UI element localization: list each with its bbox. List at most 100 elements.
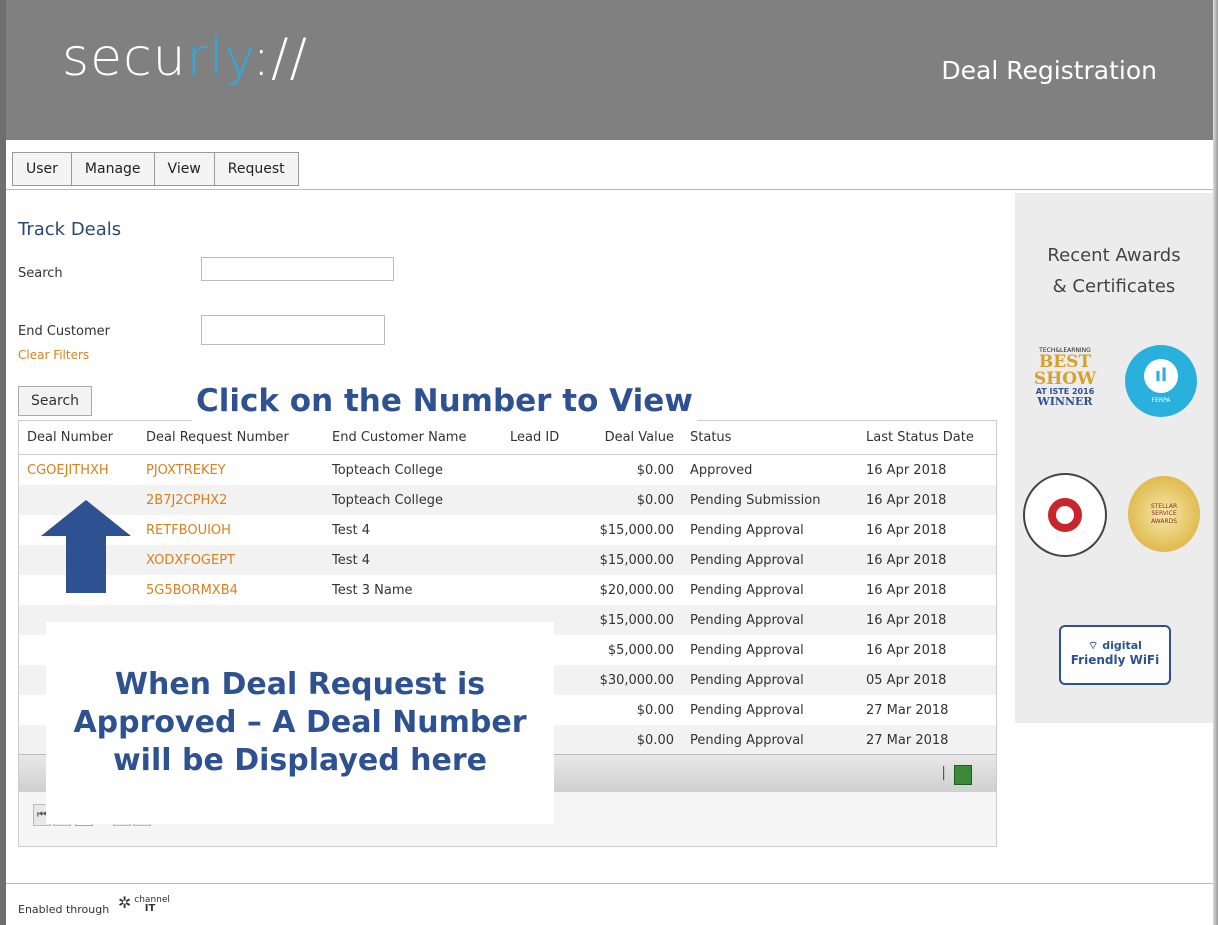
deal-value-cell: $15,000.00 [578, 545, 682, 575]
logo-suffix-text: :// [252, 28, 309, 88]
deal-request-number-cell[interactable]: RETFBOUIOH [138, 515, 324, 545]
iwf-badge: INTERNET WATCH FOUNDATION [1023, 473, 1107, 557]
col-deal-number[interactable]: Deal Number [19, 421, 138, 455]
end-customer-label: End Customer [18, 324, 110, 339]
last-status-date-cell: 16 Apr 2018 [858, 605, 996, 635]
deal-value-cell: $0.00 [578, 485, 682, 515]
divider [6, 189, 1213, 190]
stellar-label: STELLAR SERVICE AWARDS [1150, 503, 1178, 525]
end-customer-cell: Test 4 [332, 522, 371, 538]
deal-value-cell: $20,000.00 [599, 582, 674, 598]
status-cell: Pending Approval [690, 642, 804, 658]
lead-id-cell [502, 545, 578, 575]
last-status-date-cell: 16 Apr 2018 [866, 522, 947, 538]
lead-id-cell [502, 515, 578, 545]
deal-value-cell: $15,000.00 [599, 522, 674, 538]
toolbar-separator: | [941, 765, 946, 781]
status-cell: Pending Submission [682, 485, 858, 515]
last-status-date-cell: 16 Apr 2018 [866, 582, 947, 598]
channel-it-icon: ✲ [118, 893, 132, 912]
last-status-date-cell: 27 Mar 2018 [866, 702, 949, 718]
channel-it-logo: ✲ channel IT [118, 893, 183, 914]
status-cell: Pending Approval [682, 725, 858, 755]
status-cell: Pending Approval [690, 522, 804, 538]
window-edge [1213, 0, 1218, 925]
menu-view[interactable]: View [155, 153, 215, 185]
deal-request-number-cell[interactable]: PJOXTREKEY [138, 455, 324, 486]
deal-value-cell: $5,000.00 [607, 642, 674, 658]
end-customer-cell: Test 3 Name [332, 582, 413, 598]
status-cell: Pending Approval [690, 702, 804, 718]
last-status-date-cell: 16 Apr 2018 [858, 485, 996, 515]
col-end-customer-name[interactable]: End Customer Name [324, 421, 502, 455]
site-header: securly:// Deal Registration [6, 0, 1213, 140]
deal-request-number-cell[interactable]: 2B7J2CPHX2 [138, 485, 324, 515]
it-text: IT [144, 903, 156, 914]
status-cell: Pending Approval [690, 582, 804, 598]
col-deal-request-number[interactable]: Deal Request Number [138, 421, 324, 455]
arrow-shaft [66, 535, 106, 593]
callout-approved: When Deal Request is Approved – A Deal N… [46, 622, 554, 824]
table-row: 5G5BORMXB4 Test 3 Name $20,000.00 Pending A… [19, 575, 996, 605]
status-cell: Pending Approval [682, 665, 858, 695]
excel-export-icon[interactable] [954, 765, 972, 785]
search-button[interactable]: Search [18, 386, 92, 416]
deal-value-cell: $0.00 [578, 725, 682, 755]
deal-value-cell: $15,000.00 [578, 605, 682, 635]
table-row: CGOEJITHXH PJOXTREKEY Topteach College $0.0… [19, 455, 996, 486]
table-row: XODXFOGEPT Test 4 $15,000.00 Pending Approv… [19, 545, 996, 575]
logo-accent-text: rly [186, 28, 253, 88]
col-deal-value[interactable]: Deal Value [578, 421, 682, 455]
table-row: RETFBOUIOH Test 4 $15,000.00 Pending Approv… [19, 515, 996, 545]
last-status-date-cell: 27 Mar 2018 [858, 725, 996, 755]
arrow-up-icon [41, 500, 131, 536]
lead-id-cell [502, 575, 578, 605]
end-customer-cell: Topteach College [324, 485, 502, 515]
deal-request-number-cell[interactable]: 5G5BORMXB4 [138, 575, 324, 605]
col-last-status-date[interactable]: Last Status Date [858, 421, 996, 455]
col-status[interactable]: Status [682, 421, 858, 455]
menu-user[interactable]: User [13, 153, 72, 185]
table-header-row: Deal Number Deal Request Number End Cust… [19, 421, 996, 455]
wifi-digital-text: digital [1102, 639, 1142, 652]
clear-filters-link[interactable]: Clear Filters [18, 348, 89, 362]
end-customer-cell: Test 4 [324, 545, 502, 575]
search-input[interactable] [201, 257, 394, 281]
securly-logo[interactable]: securly:// [62, 28, 308, 88]
last-status-date-cell: 16 Apr 2018 [866, 462, 947, 478]
best-show-award: TECH&LEARNING BEST SHOW AT ISTE 2016 WIN… [1025, 348, 1105, 408]
status-cell: Pending Approval [682, 605, 858, 635]
deal-request-number-cell[interactable]: XODXFOGEPT [138, 545, 324, 575]
deal-value-cell: $30,000.00 [578, 665, 682, 695]
end-customer-cell: Topteach College [332, 462, 444, 478]
ferpa-label: FERPA [1151, 396, 1171, 404]
status-cell: Pending Approval [682, 545, 858, 575]
table-row: 2B7J2CPHX2 Topteach College $0.00 Pending S… [19, 485, 996, 515]
logo-text: secu [62, 28, 187, 88]
last-status-date-cell: 16 Apr 2018 [858, 545, 996, 575]
main-menu: User Manage View Request [12, 152, 299, 186]
enabled-through-text: Enabled through [18, 903, 110, 916]
col-lead-id[interactable]: Lead ID [502, 421, 578, 455]
end-customer-input[interactable] [201, 315, 385, 345]
iwf-label: INTERNET WATCH FOUNDATION [1065, 515, 1066, 516]
awards-sidebar: Recent Awards & Certificates TECH&LEARNI… [1015, 193, 1213, 723]
friendly-wifi-badge: ⌔ digital Friendly WiFi [1059, 625, 1171, 685]
award-foot-text: WINNER [1037, 395, 1093, 408]
lead-id-cell [502, 455, 578, 486]
menu-manage[interactable]: Manage [72, 153, 155, 185]
stellar-service-badge: STELLAR SERVICE AWARDS [1128, 476, 1200, 552]
menu-request[interactable]: Request [215, 153, 298, 185]
callout-click-number: Click on the Number to View [192, 381, 697, 421]
awards-title: Recent Awards & Certificates [1047, 245, 1181, 297]
wifi-friendly-text: Friendly WiFi [1070, 653, 1160, 667]
page-title: Track Deals [18, 219, 122, 240]
footer-divider [6, 883, 1213, 884]
header-title: Deal Registration [941, 56, 1157, 85]
lead-id-cell [502, 485, 578, 515]
status-cell: Approved [690, 462, 753, 478]
ferpa-badge: ıl FERPA [1125, 345, 1197, 417]
deal-number-cell[interactable]: CGOEJITHXH [19, 455, 138, 486]
deal-value-cell: $0.00 [636, 462, 674, 478]
wifi-line1: ⌔ digital [1088, 639, 1142, 652]
